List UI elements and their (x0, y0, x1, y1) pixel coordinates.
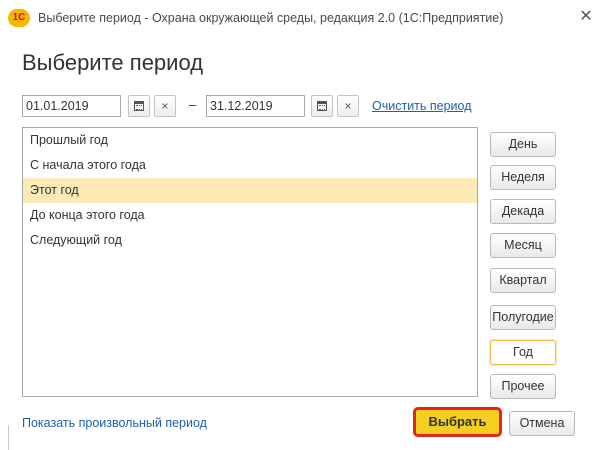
list-item-year-to-date[interactable]: С начала этого года (23, 153, 477, 178)
start-date-clear-button[interactable]: × (154, 95, 176, 117)
week-button[interactable]: Неделя (490, 165, 556, 190)
cancel-button[interactable]: Отмена (509, 411, 575, 436)
clear-period-link[interactable]: Очистить период (372, 99, 472, 113)
close-window-button[interactable]: ✕ (575, 6, 597, 28)
calendar-icon (134, 101, 144, 111)
end-date-clear-button[interactable]: × (337, 95, 359, 117)
start-date-input[interactable]: 01.01.2019 (22, 95, 121, 117)
dialog-heading: Выберите период (22, 50, 204, 75)
end-date-input[interactable]: 31.12.2019 (206, 95, 305, 117)
end-date-calendar-button[interactable] (311, 95, 333, 117)
decade-button[interactable]: Декада (490, 199, 556, 224)
list-item-this-year[interactable]: Этот год (23, 178, 477, 203)
calendar-icon (317, 101, 327, 111)
start-date-calendar-button[interactable] (128, 95, 150, 117)
period-list[interactable]: Прошлый год С начала этого года Этот год… (22, 127, 478, 397)
list-item-last-year[interactable]: Прошлый год (23, 128, 477, 153)
window-title: Выберите период - Охрана окружающей сред… (38, 11, 504, 25)
month-button[interactable]: Месяц (490, 233, 556, 258)
day-button[interactable]: День (490, 132, 556, 157)
app-logo-icon: 1С (8, 9, 30, 27)
window-edge-divider (8, 425, 9, 450)
window-titlebar: 1С Выберите период - Охрана окружающей с… (0, 0, 600, 36)
show-custom-period-link[interactable]: Показать произвольный период (22, 416, 207, 430)
list-item-next-year[interactable]: Следующий год (23, 228, 477, 253)
half-year-button[interactable]: Полугодие (490, 305, 556, 330)
other-button[interactable]: Прочее (490, 374, 556, 399)
year-button[interactable]: Год (490, 340, 556, 365)
date-range-separator: – (189, 97, 197, 112)
select-button[interactable]: Выбрать (413, 407, 502, 437)
list-item-rest-of-year[interactable]: До конца этого года (23, 203, 477, 228)
quarter-button[interactable]: Квартал (490, 268, 556, 293)
